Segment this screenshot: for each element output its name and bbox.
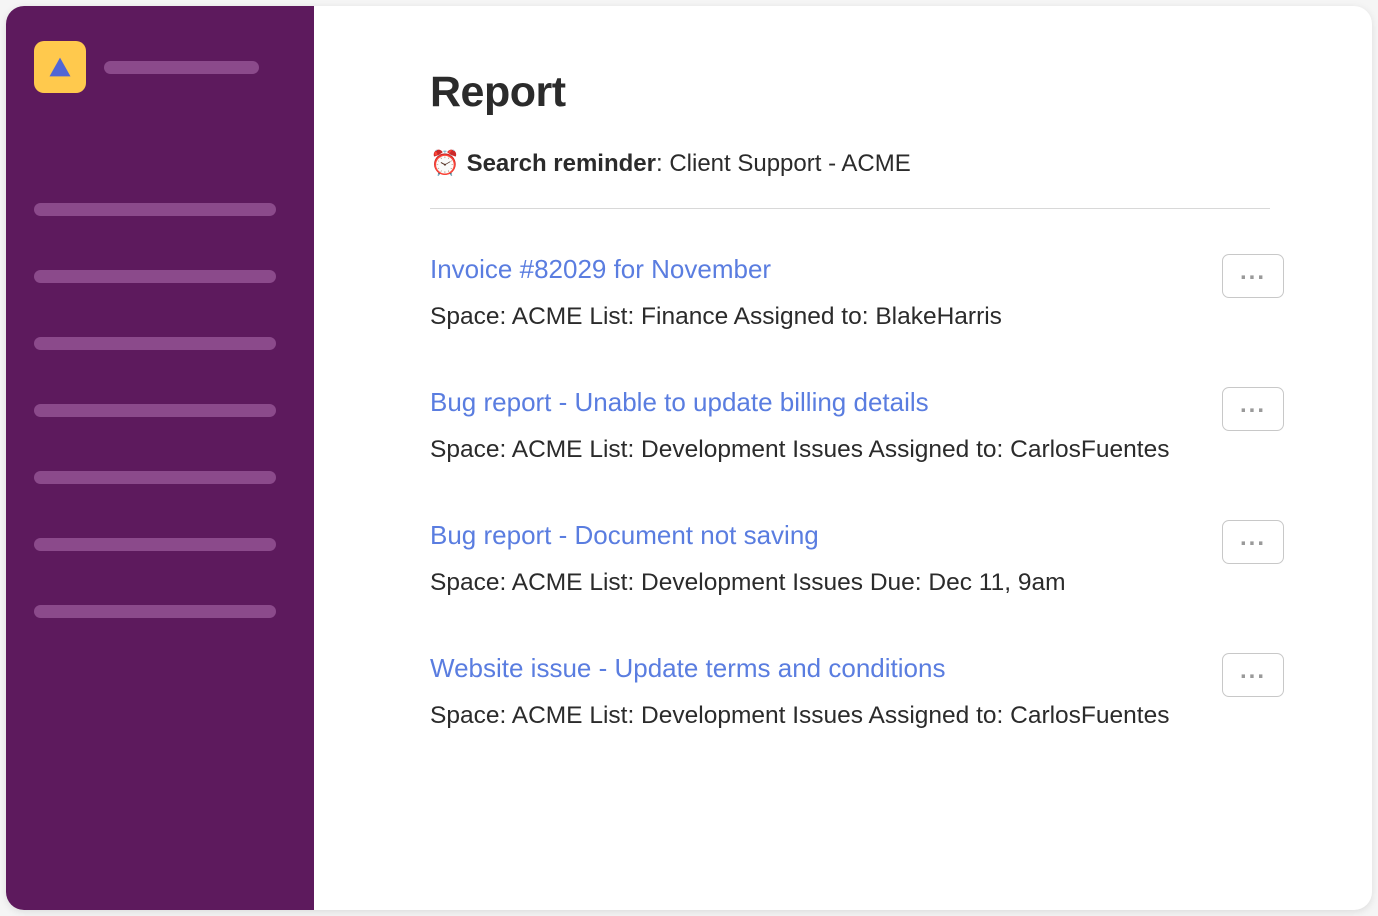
more-actions-button[interactable]: ... — [1222, 653, 1284, 697]
more-actions-button[interactable]: ... — [1222, 254, 1284, 298]
search-reminder-row: ⏰ Search reminder: Client Support - ACME — [430, 149, 1284, 178]
result-link[interactable]: Website issue - Update terms and conditi… — [430, 653, 1222, 684]
result-meta: Space: ACME List: Development Issues Ass… — [430, 436, 1222, 464]
result-meta: Space: ACME List: Development Issues Ass… — [430, 702, 1222, 730]
page-title: Report — [430, 68, 1284, 117]
more-actions-button[interactable]: ... — [1222, 520, 1284, 564]
result-link[interactable]: Bug report - Unable to update billing de… — [430, 387, 1222, 418]
result-text: Bug report - Document not saving Space: … — [430, 520, 1222, 597]
sidebar-item[interactable] — [34, 270, 276, 283]
result-item: Website issue - Update terms and conditi… — [430, 653, 1284, 730]
result-text: Invoice #82029 for November Space: ACME … — [430, 254, 1222, 331]
result-item: Bug report - Document not saving Space: … — [430, 520, 1284, 597]
result-meta: Space: ACME List: Finance Assigned to: B… — [430, 303, 1222, 331]
workspace-name-placeholder — [104, 61, 259, 74]
sidebar-item[interactable] — [34, 605, 276, 618]
more-actions-button[interactable]: ... — [1222, 387, 1284, 431]
reminder-label: Search reminder — [467, 150, 656, 177]
sidebar-item[interactable] — [34, 538, 276, 551]
divider — [430, 208, 1270, 209]
result-text: Bug report - Unable to update billing de… — [430, 387, 1222, 464]
sidebar-item[interactable] — [34, 471, 276, 484]
sidebar-nav — [34, 203, 286, 618]
reminder-value: : Client Support - ACME — [656, 150, 911, 177]
sidebar-item[interactable] — [34, 404, 276, 417]
app-window: Report ⏰ Search reminder: Client Support… — [6, 6, 1372, 910]
sidebar — [6, 6, 314, 910]
app-logo-icon[interactable] — [34, 41, 86, 93]
result-item: Invoice #82029 for November Space: ACME … — [430, 254, 1284, 331]
sidebar-header — [34, 41, 286, 93]
result-meta: Space: ACME List: Development Issues Due… — [430, 569, 1222, 597]
alarm-clock-icon: ⏰ — [430, 150, 460, 177]
result-link[interactable]: Bug report - Document not saving — [430, 520, 1222, 551]
results-list: Invoice #82029 for November Space: ACME … — [430, 254, 1284, 730]
result-text: Website issue - Update terms and conditi… — [430, 653, 1222, 730]
sidebar-item[interactable] — [34, 337, 276, 350]
sidebar-item[interactable] — [34, 203, 276, 216]
main-content: Report ⏰ Search reminder: Client Support… — [314, 6, 1372, 910]
result-item: Bug report - Unable to update billing de… — [430, 387, 1284, 464]
result-link[interactable]: Invoice #82029 for November — [430, 254, 1222, 285]
